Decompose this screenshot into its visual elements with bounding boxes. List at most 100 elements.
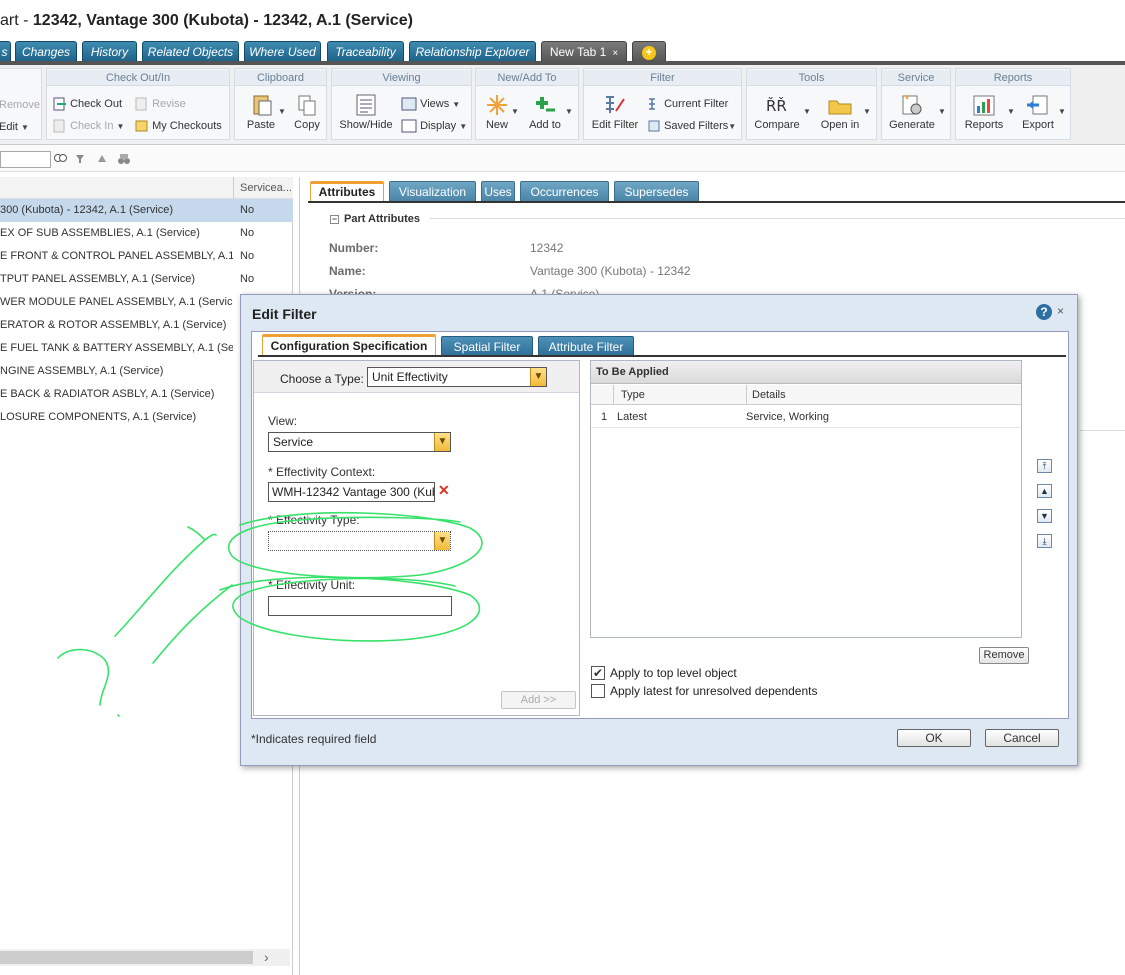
tab-supersedes[interactable]: Supersedes bbox=[614, 181, 699, 201]
effectivity-context-field[interactable]: WMH-12342 Vantage 300 (Kub bbox=[268, 482, 435, 502]
show-hide-button[interactable]: Show/Hide bbox=[336, 93, 396, 131]
choose-type-select[interactable]: Unit Effectivity ▼ bbox=[367, 367, 547, 387]
up-icon[interactable] bbox=[97, 154, 107, 164]
tree-row-name: WER MODULE PANEL ASSEMBLY, A.1 (Service) bbox=[0, 296, 233, 308]
tab-configuration-specification[interactable]: Configuration Specification bbox=[262, 334, 436, 357]
generate-button[interactable]: Generate bbox=[886, 93, 938, 131]
views-button[interactable]: Views ▼ bbox=[401, 97, 460, 111]
my-checkouts-icon bbox=[135, 120, 148, 132]
chevron-down-icon[interactable]: ▼ bbox=[434, 532, 450, 550]
tree-row[interactable]: EX OF SUB ASSEMBLIES, A.1 (Service) No bbox=[0, 222, 293, 245]
tab-attributes[interactable]: Attributes bbox=[310, 181, 384, 203]
tab-where-used[interactable]: Where Used bbox=[244, 41, 321, 62]
check-out-icon bbox=[53, 97, 66, 111]
new-dropdown[interactable]: ▼ bbox=[511, 105, 519, 117]
chevron-down-icon[interactable]: ▼ bbox=[434, 433, 450, 451]
check-in-button[interactable]: Check In ▼ bbox=[53, 119, 124, 133]
tree-row-name: 300 (Kubota) - 12342, A.1 (Service) bbox=[0, 204, 174, 216]
help-icon[interactable]: ? bbox=[1036, 304, 1052, 320]
open-in-button[interactable]: Open in bbox=[817, 93, 863, 131]
view-select[interactable]: Service ▼ bbox=[268, 432, 451, 452]
configuration-form: Choose a Type: Unit Effectivity ▼ View: … bbox=[253, 360, 580, 716]
tab-uses[interactable]: Uses bbox=[481, 181, 515, 201]
clear-icon[interactable]: ✕ bbox=[438, 482, 450, 499]
chevron-down-icon[interactable]: ▼ bbox=[530, 368, 546, 386]
tree-row[interactable]: E FRONT & CONTROL PANEL ASSEMBLY, A.1 (S… bbox=[0, 245, 293, 268]
column-type[interactable]: Type bbox=[621, 385, 645, 405]
open-in-dropdown[interactable]: ▼ bbox=[863, 105, 871, 117]
binoculars-icon[interactable] bbox=[117, 152, 131, 166]
search-input[interactable] bbox=[0, 151, 51, 168]
revise-button[interactable]: Revise bbox=[135, 97, 186, 111]
tab-attribute-filter[interactable]: Attribute Filter bbox=[538, 336, 634, 357]
reports-dropdown[interactable]: ▼ bbox=[1007, 105, 1015, 117]
move-up-icon[interactable]: ▲ bbox=[1037, 484, 1052, 498]
tab-partial[interactable]: s bbox=[0, 41, 11, 62]
edit-button[interactable]: Edit ▼ bbox=[0, 121, 29, 133]
scrollbar-thumb[interactable] bbox=[0, 951, 253, 964]
move-bottom-icon[interactable]: ⤓ bbox=[1037, 534, 1052, 548]
tab-new-tab-1-label: New Tab 1 bbox=[549, 45, 607, 59]
effectivity-type-select[interactable]: ▼ bbox=[268, 531, 451, 551]
close-icon[interactable]: × bbox=[1057, 304, 1064, 318]
compare-dropdown[interactable]: ▼ bbox=[803, 105, 811, 117]
cancel-button[interactable]: Cancel bbox=[985, 729, 1059, 747]
edit-filter-button[interactable]: Edit Filter bbox=[588, 93, 642, 131]
part-attributes-header[interactable]: − Part Attributes bbox=[330, 213, 420, 225]
move-top-icon[interactable]: ⤒ bbox=[1037, 459, 1052, 473]
paste-button[interactable]: Paste bbox=[239, 93, 283, 131]
tab-occurrences[interactable]: Occurrences bbox=[520, 181, 609, 201]
current-filter-button[interactable]: Current Filter bbox=[647, 97, 728, 111]
tab-changes[interactable]: Changes bbox=[15, 41, 77, 62]
find-icon[interactable] bbox=[53, 152, 67, 166]
display-button[interactable]: Display ▼ bbox=[401, 119, 467, 133]
viewing-group-title: Viewing bbox=[332, 70, 471, 86]
chevron-right-icon[interactable]: › bbox=[264, 949, 269, 965]
paste-dropdown[interactable]: ▼ bbox=[278, 105, 286, 117]
move-down-icon[interactable]: ▼ bbox=[1037, 509, 1052, 523]
edit-filter-dialog: Edit Filter ? × Configuration Specificat… bbox=[240, 294, 1078, 766]
saved-filters-button[interactable]: Saved Filters▼ bbox=[647, 119, 736, 133]
compare-button[interactable]: ŘŘ Compare bbox=[751, 93, 803, 131]
tree-row-name: EX OF SUB ASSEMBLIES, A.1 (Service) bbox=[0, 227, 200, 239]
tab-history[interactable]: History bbox=[82, 41, 137, 62]
tab-traceability[interactable]: Traceability bbox=[327, 41, 404, 62]
effectivity-unit-field[interactable] bbox=[268, 596, 452, 616]
tree-row[interactable]: 300 (Kubota) - 12342, A.1 (Service) No bbox=[0, 199, 293, 222]
add-button[interactable]: Add >> bbox=[501, 691, 576, 709]
check-out-button[interactable]: Check Out bbox=[53, 97, 122, 111]
ok-button[interactable]: OK bbox=[897, 729, 971, 747]
filter-group: Filter Edit Filter Current Filter Saved … bbox=[583, 68, 742, 140]
reports-button[interactable]: Reports bbox=[960, 93, 1008, 131]
my-checkouts-button[interactable]: My Checkouts bbox=[135, 119, 222, 133]
export-button[interactable]: Export bbox=[1018, 93, 1058, 131]
tree-row[interactable]: TPUT PANEL ASSEMBLY, A.1 (Service) No bbox=[0, 268, 293, 291]
table-row[interactable]: 1 Latest Service, Working bbox=[591, 406, 1021, 428]
generate-icon bbox=[902, 94, 922, 115]
serviceable-column-header[interactable]: Serviceа... bbox=[233, 177, 292, 199]
close-icon[interactable]: × bbox=[612, 48, 618, 59]
tab-related-objects[interactable]: Related Objects bbox=[142, 41, 239, 62]
tab-new-tab-1[interactable]: New Tab 1 × bbox=[541, 41, 627, 62]
generate-dropdown[interactable]: ▼ bbox=[938, 105, 946, 117]
add-tab-button[interactable]: + bbox=[632, 41, 666, 62]
export-label: Export bbox=[1022, 119, 1054, 131]
horizontal-scrollbar[interactable]: › bbox=[0, 949, 290, 966]
tab-spatial-filter[interactable]: Spatial Filter bbox=[441, 336, 533, 357]
export-dropdown[interactable]: ▼ bbox=[1058, 105, 1066, 117]
filter-icon[interactable] bbox=[75, 154, 85, 164]
remove-button[interactable]: Remove bbox=[979, 647, 1029, 664]
new-button[interactable]: New bbox=[480, 93, 514, 131]
copy-button[interactable]: Copy bbox=[289, 93, 325, 131]
remove-button[interactable]: Remove bbox=[0, 99, 40, 111]
tab-visualization[interactable]: Visualization bbox=[389, 181, 476, 201]
apply-latest-checkbox[interactable] bbox=[591, 684, 605, 698]
add-to-dropdown[interactable]: ▼ bbox=[565, 105, 573, 117]
apply-top-level-label: Apply to top level object bbox=[610, 666, 737, 680]
tab-relationship-explorer[interactable]: Relationship Explorer bbox=[409, 41, 536, 62]
column-details[interactable]: Details bbox=[752, 385, 786, 405]
clipboard-group-title: Clipboard bbox=[235, 70, 326, 86]
add-to-button[interactable]: Add to bbox=[524, 93, 566, 131]
plus-icon: + bbox=[642, 46, 656, 60]
apply-top-level-checkbox[interactable]: ✔ bbox=[591, 666, 605, 680]
